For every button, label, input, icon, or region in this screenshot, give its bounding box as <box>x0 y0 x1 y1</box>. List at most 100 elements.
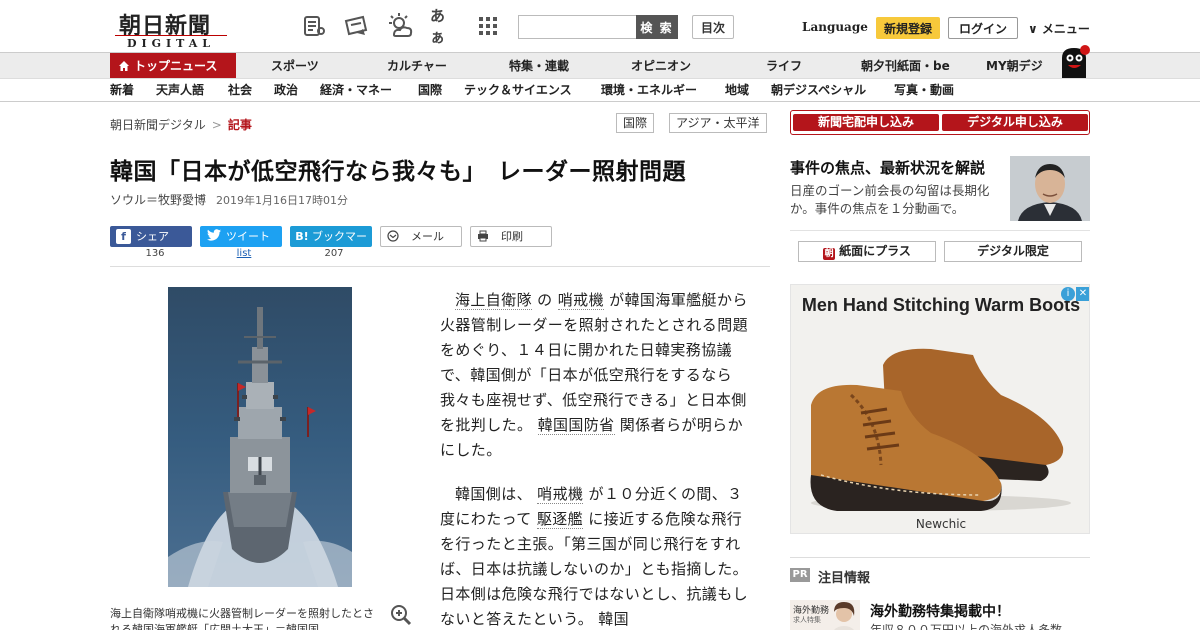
facebook-icon: f <box>116 229 131 244</box>
subscribe-bar: 新聞宅配申し込み デジタル申し込み <box>790 110 1090 135</box>
nav-region[interactable]: 地域 <box>725 79 749 102</box>
tag-international[interactable]: 国際 <box>616 113 655 133</box>
paper-plus-label: 紙面にプラス <box>839 244 911 258</box>
facebook-share-label: シェア <box>136 230 169 243</box>
focus-thumbnail[interactable] <box>1010 156 1090 221</box>
focus-text[interactable]: 日産のゴーン前会長の勾留は長期化か。事件の焦点を１分動画で。 <box>790 182 1004 218</box>
pr-badge: PR <box>790 568 810 582</box>
paragraph-text: 韓国側は、 <box>455 485 538 503</box>
ad-boots-image <box>810 348 1071 511</box>
nav-sports[interactable]: スポーツ <box>271 53 319 79</box>
keyword-link[interactable]: 韓国国防省 <box>537 416 615 435</box>
site-header: 朝日新聞 DIGITAL あぁ 検 索 目次 Language 新規登録 ログイ… <box>0 0 1200 52</box>
twitter-share-label: ツイート <box>226 230 270 243</box>
mail-button[interactable]: メール <box>380 226 462 247</box>
nav-environment[interactable]: 環境・エネルギー <box>601 79 697 102</box>
print-button[interactable]: 印刷 <box>470 226 552 247</box>
table-of-contents-button[interactable]: 目次 <box>692 15 734 39</box>
advertisement[interactable]: Men Hand Stitching Warm Boots i ✕ Newchi… <box>790 284 1090 534</box>
nav-top-news[interactable]: トップニュース <box>110 53 236 79</box>
font-size-icon[interactable]: あぁ <box>430 7 458 46</box>
paragraph-text: の <box>532 291 558 309</box>
ad-title: Men Hand Stitching Warm Boots <box>801 295 1081 315</box>
article-title: 韓国「日本が低空飛行なら我々も」 レーダー照射問題 <box>110 159 686 185</box>
digital-subscribe-button[interactable]: デジタル申し込み <box>942 114 1088 131</box>
nav-culture[interactable]: カルチャー <box>387 53 447 79</box>
nav-politics[interactable]: 政治 <box>274 79 298 102</box>
breadcrumb-home[interactable]: 朝日新聞デジタル <box>110 118 206 132</box>
home-delivery-button[interactable]: 新聞宅配申し込み <box>793 114 939 131</box>
nav-my-asadigi[interactable]: MY朝デジ <box>986 53 1043 79</box>
hatena-bookmark-count: 207 <box>324 248 344 259</box>
divider <box>790 557 1090 558</box>
divider <box>790 230 1090 231</box>
photo-caption: 海上自衛隊哨戒機に火器管制レーダーを照射したとされる韓国海軍艦艇「広開土大王」＝… <box>110 607 374 630</box>
mail-icon <box>387 229 399 248</box>
nav-opinion[interactable]: オピニオン <box>631 53 691 79</box>
article-paragraph: 韓国側は、 哨戒機 が１０分近くの間、３度にわたって 駆逐艦 に接近する危険な飛… <box>440 482 748 630</box>
nav-international[interactable]: 国際 <box>418 79 442 102</box>
printer-icon <box>477 229 489 248</box>
keyword-link[interactable]: 哨戒機 <box>537 485 584 504</box>
twitter-share-button[interactable]: ツイート <box>200 226 282 247</box>
pr-thumbnail[interactable]: 海外勤務 求人特集 <box>790 600 860 630</box>
page: 朝日新聞 DIGITAL あぁ 検 索 目次 Language 新規登録 ログイ… <box>0 0 1200 630</box>
logo-sub-text: DIGITAL <box>115 35 227 50</box>
pr-subtitle[interactable]: 年収８００万円以上の海外求人多数 <box>870 621 1062 630</box>
article-paragraph: 海上自衛隊 の 哨戒機 が韓国海軍艦艇から火器管制レーダーを照射されたとされる問… <box>440 288 748 463</box>
nav-newspaper-be[interactable]: 朝夕刊紙面・be <box>861 53 950 79</box>
nav-photo-video[interactable]: 写真・動画 <box>894 79 954 102</box>
nav-top-news-label: トップニュース <box>134 59 218 73</box>
secondary-nav: 新着 天声人語 社会 政治 経済・マネー 国際 テック＆サイエンス 環境・エネル… <box>0 78 1200 102</box>
menu-button[interactable]: ∨ メニュー <box>1028 20 1090 37</box>
weather-icon[interactable] <box>386 12 414 40</box>
nav-special[interactable]: 朝デジスペシャル <box>771 79 866 102</box>
tag-asia-pacific[interactable]: アジア・太平洋 <box>669 113 767 133</box>
search-button[interactable]: 検 索 <box>636 15 678 39</box>
twitter-bird-icon <box>206 229 221 244</box>
article-date: 2019年1月16日17時01分 <box>216 194 348 207</box>
mail-label: メール <box>411 230 444 243</box>
ad-info-icon[interactable]: i <box>1061 287 1075 301</box>
language-link[interactable]: Language <box>802 20 868 34</box>
pr-title[interactable]: 海外勤務特集掲載中！ <box>870 601 1010 621</box>
nav-life[interactable]: ライフ <box>766 53 802 79</box>
nav-tech-science[interactable]: テック＆サイエンス <box>464 79 572 102</box>
paragraph-text: が韓国海軍艦艇から火器管制レーダーを照射されたとされる問題をめぐり、１４日に開か… <box>440 291 749 434</box>
hatena-icon: B! <box>295 230 309 243</box>
article-author: ソウル＝牧野愛博 <box>110 193 207 207</box>
pr-thumb-sub: 求人特集 <box>793 616 821 624</box>
grid-menu-icon[interactable] <box>474 12 502 40</box>
zoom-icon[interactable] <box>390 604 412 626</box>
keyword-link[interactable]: 哨戒機 <box>557 291 604 310</box>
divider <box>110 266 770 267</box>
paper-plus-icon: 朝 <box>823 248 836 260</box>
nav-society[interactable]: 社会 <box>228 79 252 102</box>
register-button[interactable]: 新規登録 <box>876 17 940 39</box>
hatena-bookmark-button[interactable]: B! ブックマーク <box>290 226 372 264</box>
article-byline: ソウル＝牧野愛博 2019年1月16日17時01分 <box>110 191 348 208</box>
print-label: 印刷 <box>501 230 523 243</box>
twitter-list-link[interactable]: list <box>203 248 285 259</box>
nav-economy[interactable]: 経済・マネー <box>320 79 392 102</box>
nav-tenseijingo[interactable]: 天声人語 <box>156 79 204 102</box>
digital-only-button[interactable]: デジタル限定 <box>944 241 1082 262</box>
site-logo[interactable]: 朝日新聞 DIGITAL <box>113 8 233 50</box>
focus-heading[interactable]: 事件の焦点、最新状況を解説 <box>790 157 985 178</box>
paper-plus-button[interactable]: 朝紙面にプラス <box>798 241 936 262</box>
facebook-share-button[interactable]: f シェア <box>110 226 192 247</box>
login-button[interactable]: ログイン <box>948 17 1018 39</box>
nav-features[interactable]: 特集・連載 <box>509 53 569 79</box>
pr-heading: 注目情報 <box>818 571 871 586</box>
article-body: 海上自衛隊 の 哨戒機 が韓国海軍艦艇から火器管制レーダーを照射されたとされる問… <box>440 288 748 630</box>
ad-close-icon[interactable]: ✕ <box>1076 287 1089 301</box>
breadcrumb-separator: > <box>211 118 222 132</box>
newspaper-view-icon[interactable] <box>300 12 328 40</box>
search-input[interactable] <box>518 15 636 39</box>
keyword-link[interactable]: 駆逐艦 <box>536 510 584 529</box>
facebook-share-count: 136 <box>145 248 165 259</box>
bookmark-scrap-icon[interactable] <box>342 12 370 40</box>
keyword-link[interactable]: 海上自衛隊 <box>455 291 533 310</box>
article-photo-warship[interactable] <box>168 287 352 587</box>
nav-latest[interactable]: 新着 <box>110 79 134 102</box>
